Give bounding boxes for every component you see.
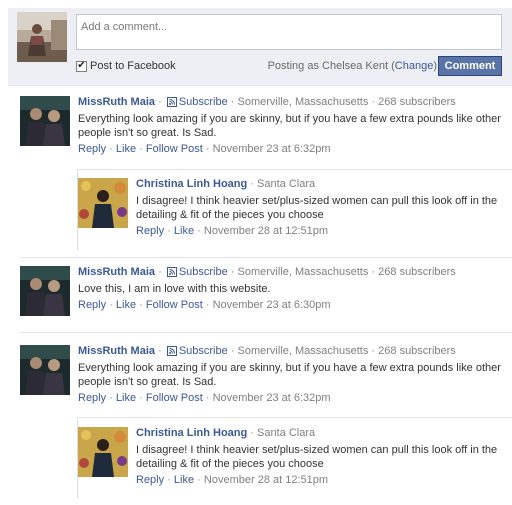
separator-dot: · <box>205 299 213 311</box>
comment-actions: Reply · Like · Follow Post · November 23… <box>78 299 508 312</box>
separator-dot: · <box>139 299 146 311</box>
author-name[interactable]: MissRuth Maia <box>78 96 155 108</box>
comment-text: Everything look amazing if you are skinn… <box>78 113 501 139</box>
reply-body: Christina Linh Hoang · Santa Clara I dis… <box>136 178 508 238</box>
follow-post-link[interactable]: Follow Post <box>146 392 203 404</box>
separator-dot: · <box>167 474 174 486</box>
posting-as-suffix: ) <box>433 60 437 72</box>
subscribe-icon[interactable] <box>166 267 177 277</box>
subscriber-count: 268 subscribers <box>378 345 456 357</box>
subscribe-link[interactable]: Subscribe <box>179 345 228 357</box>
comment-input[interactable]: Add a comment... <box>76 14 502 50</box>
separator-dot: · <box>109 299 116 311</box>
subscribe-link[interactable]: Subscribe <box>179 266 228 278</box>
comment-header: MissRuth Maia · Subscribe · Somerville, … <box>78 96 508 109</box>
post-to-facebook-label: Post to Facebook <box>90 60 176 72</box>
comment-body: MissRuth Maia · Subscribe · Somerville, … <box>78 96 508 156</box>
author-location: Somerville, Massachusetts <box>237 345 369 357</box>
subscribe-icon[interactable] <box>166 97 177 107</box>
commenter-avatar <box>20 345 70 395</box>
comment-actions: Reply · Like · Follow Post · November 23… <box>78 143 508 156</box>
comment-actions: Reply · Like · Follow Post · November 23… <box>78 392 508 405</box>
separator-dot: · <box>139 143 146 155</box>
separator-dot: · <box>230 96 238 108</box>
author-location: Somerville, Massachusetts <box>237 96 369 108</box>
comment-timestamp[interactable]: November 23 at 6:30pm <box>213 299 331 311</box>
reply-text: I disagree! I think heavier set/plus-siz… <box>136 195 498 221</box>
post-to-facebook-checkbox[interactable]: ✔ <box>76 60 87 72</box>
comment-button[interactable]: Comment <box>438 56 502 76</box>
subscriber-count: 268 subscribers <box>378 266 456 278</box>
reply-link[interactable]: Reply <box>78 392 106 404</box>
subscribe-icon[interactable] <box>166 346 177 356</box>
reply-link[interactable]: Reply <box>78 143 106 155</box>
reply-actions: Reply · Like · November 28 at 12:51pm <box>136 225 508 238</box>
reply-header: Christina Linh Hoang · Santa Clara <box>136 178 508 191</box>
replier-avatar <box>78 427 128 477</box>
separator-dot: · <box>167 225 174 237</box>
divider <box>77 169 512 170</box>
follow-post-link[interactable]: Follow Post <box>146 143 203 155</box>
comment-body: MissRuth Maia · Subscribe · Somerville, … <box>78 266 508 312</box>
separator-dot: · <box>230 345 238 357</box>
post-to-facebook-option[interactable]: ✔ Post to Facebook <box>76 60 176 72</box>
subscribe-link[interactable]: Subscribe <box>179 96 228 108</box>
reply-link[interactable]: Reply <box>136 225 164 237</box>
like-link[interactable]: Like <box>174 225 194 237</box>
author-location: Santa Clara <box>257 427 316 439</box>
author-name[interactable]: MissRuth Maia <box>78 266 155 278</box>
separator-dot: · <box>197 225 204 237</box>
reply-link[interactable]: Reply <box>136 474 164 486</box>
replier-avatar <box>78 178 128 228</box>
divider <box>77 417 512 418</box>
commenter-avatar <box>20 266 70 316</box>
subscriber-count: 268 subscribers <box>378 96 456 108</box>
reply-header: Christina Linh Hoang · Santa Clara <box>136 427 508 440</box>
separator-dot: · <box>109 392 116 404</box>
author-location: Santa Clara <box>257 178 316 190</box>
reply-body: Christina Linh Hoang · Santa Clara I dis… <box>136 427 508 487</box>
comment-header: MissRuth Maia · Subscribe · Somerville, … <box>78 266 508 279</box>
commenter-avatar <box>20 96 70 146</box>
like-link[interactable]: Like <box>174 474 194 486</box>
separator-dot: · <box>205 143 213 155</box>
current-user-avatar <box>17 12 67 62</box>
posting-as-text: Posting as Chelsea Kent (Change) <box>268 60 437 72</box>
comment-timestamp[interactable]: November 23 at 6:32pm <box>213 392 331 404</box>
separator-dot: · <box>230 266 238 278</box>
reply-timestamp[interactable]: November 28 at 12:51pm <box>204 474 328 486</box>
author-name[interactable]: Christina Linh Hoang <box>136 427 247 439</box>
like-link[interactable]: Like <box>116 299 136 311</box>
separator-dot: · <box>197 474 204 486</box>
comment-timestamp[interactable]: November 23 at 6:32pm <box>213 143 331 155</box>
author-location: Somerville, Massachusetts <box>237 266 369 278</box>
separator-dot: · <box>109 143 116 155</box>
separator-dot: · <box>158 266 165 278</box>
change-account-link[interactable]: Change <box>395 60 434 72</box>
like-link[interactable]: Like <box>116 143 136 155</box>
author-name[interactable]: Christina Linh Hoang <box>136 178 247 190</box>
follow-post-link[interactable]: Follow Post <box>146 299 203 311</box>
reply-timestamp[interactable]: November 28 at 12:51pm <box>204 225 328 237</box>
author-name[interactable]: MissRuth Maia <box>78 345 155 357</box>
separator-dot: · <box>205 392 213 404</box>
reply-text: I disagree! I think heavier set/plus-siz… <box>136 444 498 470</box>
reply-link[interactable]: Reply <box>78 299 106 311</box>
posting-as-prefix: Posting as Chelsea Kent ( <box>267 60 395 72</box>
comment-header: MissRuth Maia · Subscribe · Somerville, … <box>78 345 508 358</box>
comment-body: MissRuth Maia · Subscribe · Somerville, … <box>78 345 508 405</box>
separator-dot: · <box>139 392 146 404</box>
comment-text: Love this, I am in love with this websit… <box>78 283 271 295</box>
separator-dot: · <box>158 345 165 357</box>
separator-dot: · <box>158 96 165 108</box>
comment-composer: Add a comment... ✔ Post to Facebook Post… <box>8 8 512 86</box>
comment-text: Everything look amazing if you are skinn… <box>78 362 501 388</box>
reply-actions: Reply · Like · November 28 at 12:51pm <box>136 474 508 487</box>
divider <box>20 257 512 258</box>
divider <box>20 332 512 333</box>
like-link[interactable]: Like <box>116 392 136 404</box>
